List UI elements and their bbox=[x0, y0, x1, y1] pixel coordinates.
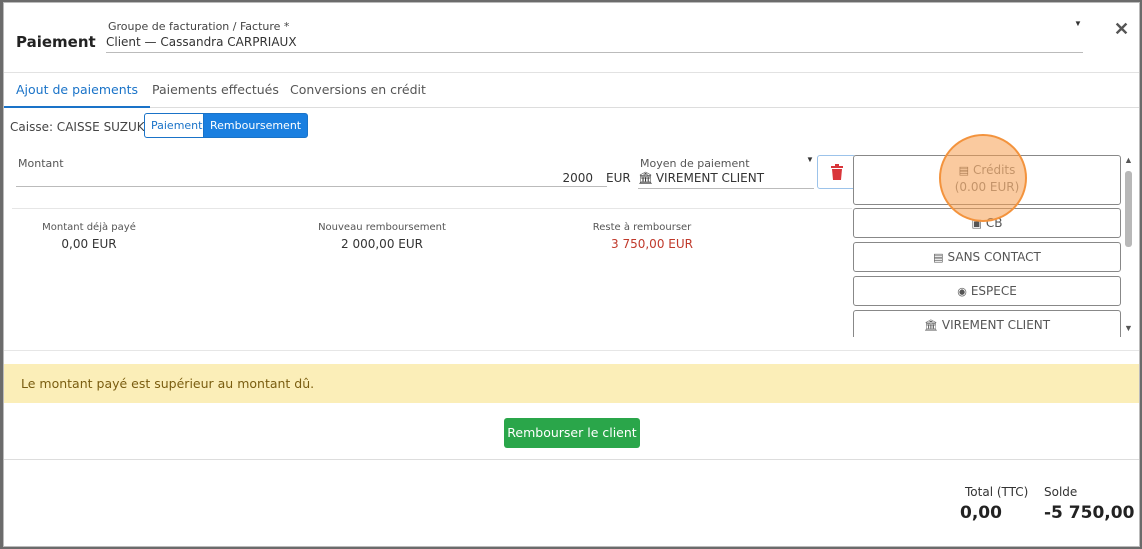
remaining-label: Reste à rembourser bbox=[592, 222, 692, 233]
credits-button[interactable]: ▤ Crédits (0.00 EUR) bbox=[853, 155, 1121, 205]
bank-icon: 🏛 bbox=[638, 171, 654, 185]
remaining-value: 3 750,00 EUR bbox=[611, 237, 693, 251]
method-sans-contact-button[interactable]: ▤ SANS CONTACT bbox=[853, 242, 1121, 272]
solde-label: Solde bbox=[1044, 485, 1078, 499]
trash-icon bbox=[830, 164, 843, 180]
card-icon: ▣ bbox=[971, 217, 982, 230]
method-espece-button[interactable]: ◉ ESPECE bbox=[853, 276, 1121, 306]
modal-title: Paiement bbox=[16, 33, 96, 51]
amount-input[interactable]: 2000 bbox=[16, 168, 607, 187]
total-label: Total (TTC) bbox=[965, 485, 1029, 499]
method-virement-button[interactable]: 🏛 VIREMENT CLIENT bbox=[853, 310, 1121, 337]
delete-line-button[interactable] bbox=[817, 155, 856, 189]
divider bbox=[4, 459, 1139, 460]
tab-paiements-effectues[interactable]: Paiements effectués bbox=[140, 73, 291, 108]
divider bbox=[4, 350, 1139, 351]
scroll-down-arrow-icon[interactable]: ▼ bbox=[1124, 323, 1133, 333]
close-icon[interactable]: ✕ bbox=[1114, 19, 1129, 40]
tab-ajout-paiements[interactable]: Ajout de paiements bbox=[4, 73, 151, 108]
receipt-icon: ▤ bbox=[958, 164, 970, 177]
contactless-icon: ▤ bbox=[933, 251, 944, 264]
invoice-dropdown-caret-icon[interactable]: ▼ bbox=[1074, 19, 1082, 28]
method-sans-contact-label: SANS CONTACT bbox=[947, 250, 1041, 264]
mode-paiement-button[interactable]: Paiement bbox=[144, 113, 210, 138]
payment-method-value: VIREMENT CLIENT bbox=[655, 171, 765, 185]
payment-method-caret-icon[interactable]: ▼ bbox=[806, 155, 814, 164]
new-refund-label: Nouveau remboursement bbox=[318, 222, 446, 233]
method-espece-label: ESPECE bbox=[970, 284, 1017, 298]
solde-value: -5 750,00 bbox=[1044, 503, 1135, 523]
payment-modal: Paiement Groupe de facturation / Facture… bbox=[3, 2, 1140, 547]
new-refund-value: 2 000,00 EUR bbox=[341, 237, 423, 251]
tab-bar: Ajout de paiements Paiements effectués C… bbox=[4, 73, 1139, 108]
scroll-up-arrow-icon[interactable]: ▲ bbox=[1124, 155, 1133, 165]
payment-method-label: Moyen de paiement bbox=[640, 157, 750, 170]
payment-method-select[interactable]: 🏛 VIREMENT CLIENT bbox=[638, 170, 814, 189]
method-virement-label: VIREMENT CLIENT bbox=[941, 318, 1051, 332]
credits-amount: (0.00 EUR) bbox=[954, 180, 1020, 194]
bank-icon: 🏛 bbox=[923, 319, 938, 332]
refund-client-button[interactable]: Rembourser le client bbox=[504, 418, 640, 448]
methods-scrollbar[interactable]: ▲ ▼ bbox=[1124, 155, 1133, 335]
already-paid-label: Montant déjà payé bbox=[42, 222, 136, 233]
overpayment-warning: Le montant payé est supérieur au montant… bbox=[4, 364, 1139, 403]
method-cb-button[interactable]: ▣ CB bbox=[853, 208, 1121, 238]
credits-label: Crédits bbox=[973, 163, 1016, 177]
divider bbox=[12, 208, 852, 209]
already-paid-value: 0,00 EUR bbox=[61, 237, 117, 251]
caisse-label: Caisse: CAISSE SUZUKI bbox=[10, 120, 149, 134]
amount-currency: EUR bbox=[606, 171, 631, 185]
tab-conversions-credit[interactable]: Conversions en crédit bbox=[278, 73, 438, 108]
invoice-field-label: Groupe de facturation / Facture * bbox=[108, 20, 290, 33]
invoice-select[interactable]: Client — Cassandra CARPRIAUX bbox=[106, 33, 1083, 53]
scrollbar-thumb[interactable] bbox=[1125, 171, 1132, 247]
total-value: 0,00 bbox=[960, 503, 1002, 523]
method-cb-label: CB bbox=[985, 216, 1003, 230]
mode-remboursement-button[interactable]: Remboursement bbox=[203, 113, 309, 138]
modal-header: Paiement Groupe de facturation / Facture… bbox=[4, 3, 1139, 73]
cash-icon: ◉ bbox=[957, 285, 967, 298]
